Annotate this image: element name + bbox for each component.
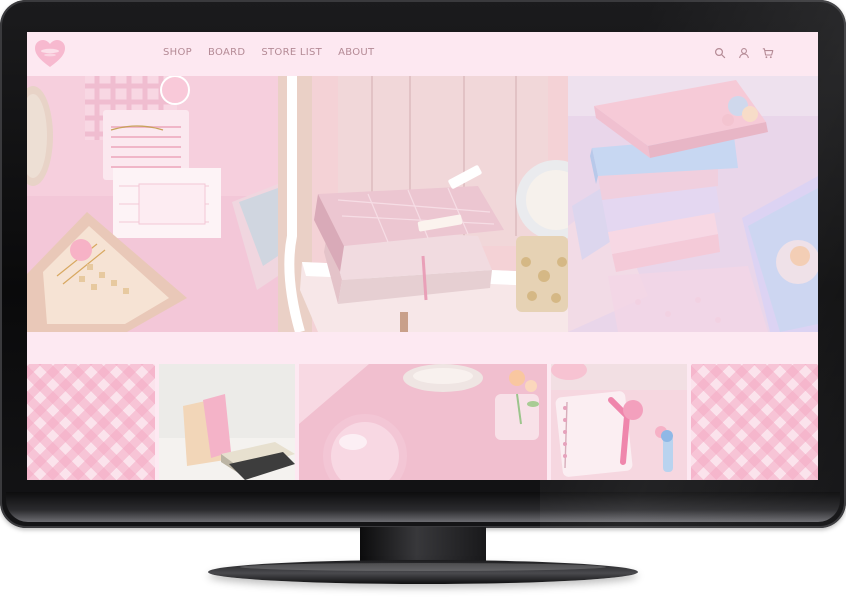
gingham-pattern-tile-right xyxy=(691,364,818,480)
monitor-stand-shine xyxy=(240,563,606,571)
search-icon[interactable] xyxy=(714,47,726,59)
monitor-chin xyxy=(6,492,840,522)
hero-photo-row xyxy=(27,76,818,332)
section-divider xyxy=(27,332,818,364)
hero-image-notebooks[interactable] xyxy=(278,76,568,332)
gingham-pattern-tile xyxy=(27,364,155,480)
heart-logo-icon xyxy=(35,40,65,67)
hero-image-calendar[interactable] xyxy=(27,76,278,332)
hero-image-memo-pads[interactable] xyxy=(568,76,818,332)
cart-icon[interactable] xyxy=(762,47,774,59)
photo-keychains[interactable] xyxy=(551,364,687,480)
nav-about[interactable]: ABOUT xyxy=(338,47,374,58)
main-nav: SHOP BOARD STORE LIST ABOUT xyxy=(163,47,390,58)
photo-notebooks-stack[interactable] xyxy=(159,364,295,480)
logo-heart[interactable] xyxy=(35,40,65,68)
header-icons xyxy=(714,47,774,59)
user-icon[interactable] xyxy=(738,47,750,59)
site-header: SHOP BOARD STORE LIST ABOUT xyxy=(27,32,818,76)
screen: SHOP BOARD STORE LIST ABOUT xyxy=(27,32,818,480)
nav-board[interactable]: BOARD xyxy=(208,47,245,58)
nav-store-list[interactable]: STORE LIST xyxy=(261,47,322,58)
photo-glass-orb[interactable] xyxy=(299,364,547,480)
nav-shop[interactable]: SHOP xyxy=(163,47,192,58)
product-photo-row xyxy=(27,364,818,480)
